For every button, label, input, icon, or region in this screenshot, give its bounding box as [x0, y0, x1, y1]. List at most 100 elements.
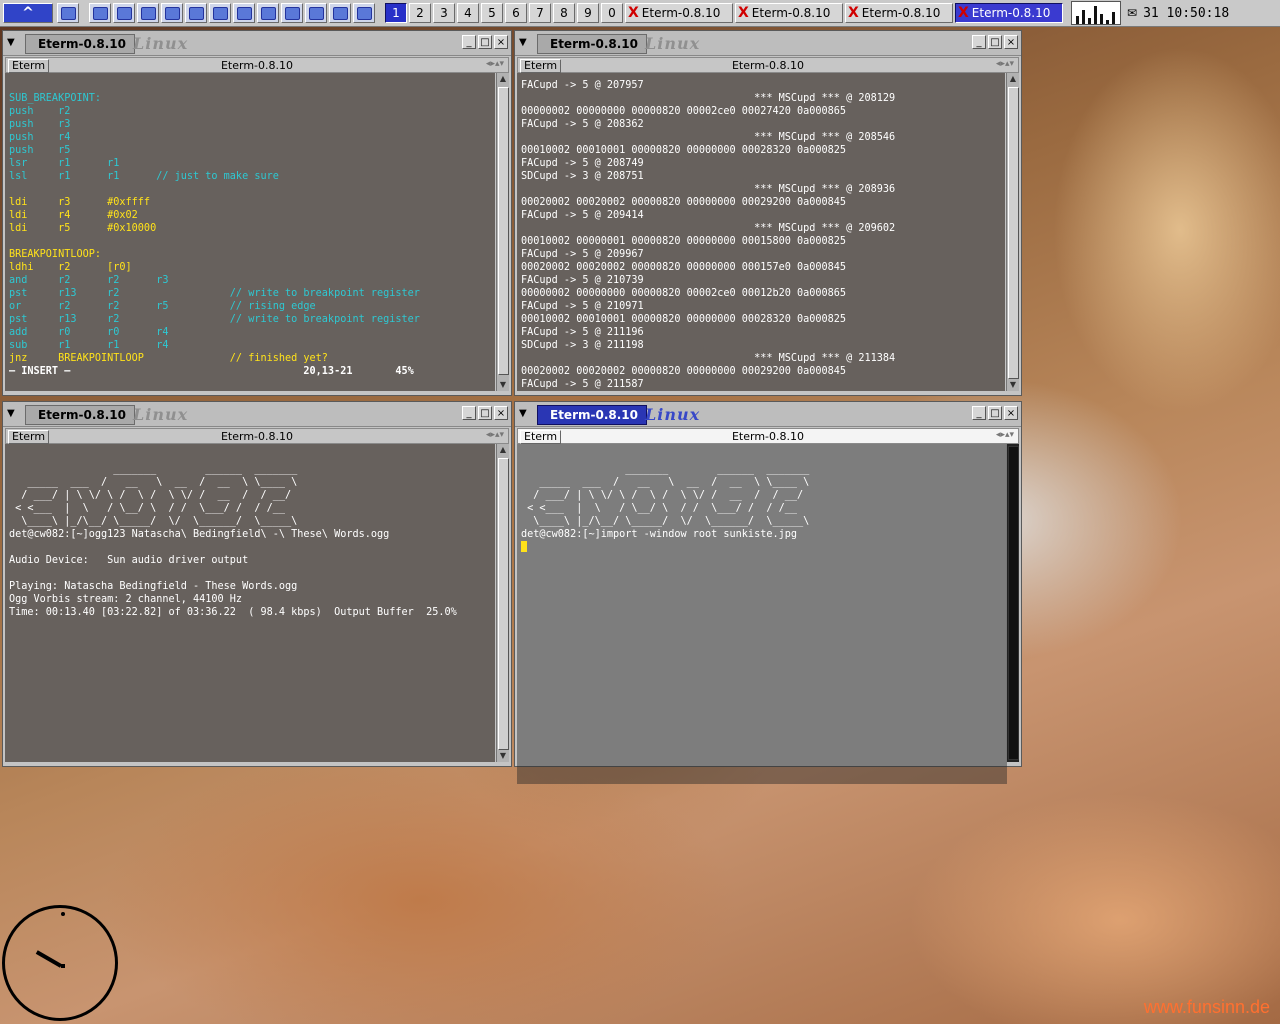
close-button[interactable]: ×	[1004, 406, 1018, 420]
maximize-button[interactable]: □	[988, 35, 1002, 49]
window-menu-icon[interactable]: ▼	[519, 408, 527, 419]
pager-desk-10[interactable]: 0	[601, 3, 623, 23]
scroll-thumb[interactable]	[1008, 446, 1019, 760]
globe-launcher-icon[interactable]	[233, 3, 255, 23]
x11-icon: X	[848, 5, 859, 21]
pager-desk-7[interactable]: 7	[529, 3, 551, 23]
home-launcher-icon[interactable]	[185, 3, 207, 23]
tools-launcher-icon[interactable]	[353, 3, 375, 23]
scroll-down-icon[interactable]: ▼	[1007, 379, 1019, 391]
gear-launcher-icon[interactable]	[281, 3, 303, 23]
scroll-arrows-icon[interactable]: ◂▸▴▾	[996, 59, 1014, 69]
eterm-window-ogg123[interactable]: ▼ Eterm-0.8.10 Linux _ □ × Eterm Eterm-0…	[2, 401, 512, 767]
window-title[interactable]: Eterm-0.8.10	[25, 405, 135, 425]
terminal-line: 00020002 00020002 00000820 00000000 0002…	[521, 366, 847, 377]
terminal-line: < <___ | \ / \__/ \ / / \___/ / / /__	[9, 503, 286, 514]
pager-desk-3[interactable]: 3	[433, 3, 455, 23]
pager-desk-2[interactable]: 2	[409, 3, 431, 23]
eterm-menubar: Eterm Eterm-0.8.10 ◂▸▴▾	[5, 428, 509, 444]
terminal-line: FACupd -> 5 @ 207957	[521, 80, 644, 91]
terminal-line: SUB_BREAKPOINT:	[9, 93, 102, 104]
minimize-button[interactable]: _	[462, 406, 476, 420]
close-button[interactable]: ×	[494, 406, 508, 420]
start-menu-button[interactable]: ^	[3, 3, 53, 23]
cpu-load-graph	[1071, 1, 1121, 25]
pager-desk-6[interactable]: 6	[505, 3, 527, 23]
pager-desk-9[interactable]: 9	[577, 3, 599, 23]
terminal-launcher-icon[interactable]	[161, 3, 183, 23]
monitor-launcher-icon[interactable]	[137, 3, 159, 23]
scroll-up-icon[interactable]: ▲	[497, 73, 509, 85]
minimize-button[interactable]: _	[972, 406, 986, 420]
scroll-down-icon[interactable]: ▼	[497, 750, 509, 762]
maximize-button[interactable]: □	[478, 406, 492, 420]
maximize-button[interactable]: □	[988, 406, 1002, 420]
taskbar-window-4[interactable]: X Eterm-0.8.10	[955, 3, 1063, 23]
scrollbar[interactable]	[1006, 444, 1019, 762]
scrollbar[interactable]: ▲ ▼	[496, 444, 509, 762]
scroll-arrows-icon[interactable]: ◂▸▴▾	[486, 59, 504, 69]
scroll-arrows-icon[interactable]: ◂▸▴▾	[486, 430, 504, 440]
window-titlebar[interactable]: ▼ Eterm-0.8.10 Linux _ □ ×	[3, 31, 511, 56]
close-button[interactable]: ×	[1004, 35, 1018, 49]
terminal-area[interactable]: SUB_BREAKPOINT: push r2 push r3 push r4 push…	[5, 73, 495, 391]
terminal-line: sub r1 r1 r4	[9, 340, 169, 351]
terminal-line: Ogg Vorbis stream: 2 channel, 44100 Hz	[9, 594, 243, 605]
terminal-line: jnz BREAKPOINTLOOP // finished yet?	[9, 353, 328, 364]
maximize-button[interactable]: □	[478, 35, 492, 49]
speaker-launcher-icon[interactable]	[305, 3, 327, 23]
scroll-down-icon[interactable]: ▼	[497, 379, 509, 391]
mail-icon[interactable]: ✉	[1127, 6, 1137, 20]
taskbar-window-1[interactable]: X Eterm-0.8.10	[625, 3, 733, 23]
taskbar-window-2[interactable]: X Eterm-0.8.10	[735, 3, 843, 23]
search-launcher-icon[interactable]	[329, 3, 351, 23]
pager-desk-8[interactable]: 8	[553, 3, 575, 23]
window-menu-icon[interactable]: ▼	[7, 408, 15, 419]
minimize-button[interactable]: _	[462, 35, 476, 49]
scroll-up-icon[interactable]: ▲	[497, 444, 509, 456]
minimize-button[interactable]: _	[972, 35, 986, 49]
pager-desk-5[interactable]: 5	[481, 3, 503, 23]
pager-desk-4[interactable]: 4	[457, 3, 479, 23]
editor-launcher-icon[interactable]	[209, 3, 231, 23]
eterm-window-log[interactable]: ▼ Eterm-0.8.10 Linux _ □ × Eterm Eterm-0…	[514, 30, 1022, 396]
scroll-thumb[interactable]	[498, 87, 509, 375]
window-titlebar[interactable]: ▼ Eterm-0.8.10 Linux _ □ ×	[3, 402, 511, 427]
terminal-line: 00020002 00020002 00000820 00000000 0002…	[521, 197, 847, 208]
terminal-area[interactable]: _______ ______ _______ _____ ___ / __ \ …	[5, 444, 495, 762]
eterm-window-vim[interactable]: ▼ Eterm-0.8.10 Linux _ □ × Eterm Eterm-0…	[2, 30, 512, 396]
window-title[interactable]: Eterm-0.8.10	[537, 405, 647, 425]
taskbar: ^ 1 2 3 4 5 6 7 8 9 0 X Eterm-0.8.10 X Ete…	[0, 0, 1280, 27]
scrollbar[interactable]: ▲ ▼	[496, 73, 509, 391]
window-list-icon[interactable]	[57, 3, 79, 23]
terminal-line: *** MSCupd *** @ 208546	[521, 132, 896, 143]
scroll-up-icon[interactable]: ▲	[1007, 73, 1019, 85]
window-menu-icon[interactable]: ▼	[7, 37, 15, 48]
browser-launcher-icon[interactable]	[257, 3, 279, 23]
window-menu-icon[interactable]: ▼	[519, 37, 527, 48]
eterm-window-import[interactable]: ▼ Eterm-0.8.10 Linux _ □ × Eterm Eterm-0…	[514, 401, 1022, 784]
scroll-thumb[interactable]	[498, 458, 509, 750]
scrollbar[interactable]: ▲ ▼	[1006, 73, 1019, 391]
taskbar-window-3[interactable]: X Eterm-0.8.10	[845, 3, 953, 23]
terminal-line: 00010002 00010001 00000820 00000000 0002…	[521, 314, 847, 325]
window-title[interactable]: Eterm-0.8.10	[25, 34, 135, 54]
scroll-thumb[interactable]	[1008, 87, 1019, 379]
terminal-line: _____ ___ / __ \ __ / __ \ \____ \	[9, 477, 298, 488]
scroll-arrows-icon[interactable]: ◂▸▴▾	[996, 430, 1014, 440]
window-titlebar[interactable]: ▼ Eterm-0.8.10 Linux _ □ ×	[515, 31, 1021, 56]
terminal-line: or r2 r2 r5 // rising edge	[9, 301, 316, 312]
window-title[interactable]: Eterm-0.8.10	[537, 34, 647, 54]
terminal-area[interactable]: FACupd -> 5 @ 207957 *** MSCupd *** @ 20…	[517, 73, 1005, 391]
pager-desk-1[interactable]: 1	[385, 3, 407, 23]
folder-launcher-icon[interactable]	[89, 3, 111, 23]
close-button[interactable]: ×	[494, 35, 508, 49]
task-label: Eterm-0.8.10	[861, 6, 941, 20]
window-titlebar[interactable]: ▼ Eterm-0.8.10 Linux _ □ ×	[515, 402, 1021, 427]
terminal-area[interactable]: _______ ______ _______ _____ ___ / __ \ …	[517, 444, 1007, 784]
clock-tick	[61, 912, 65, 916]
folder-launcher-icon-2[interactable]	[113, 3, 135, 23]
terminal-line: push r5	[9, 145, 71, 156]
